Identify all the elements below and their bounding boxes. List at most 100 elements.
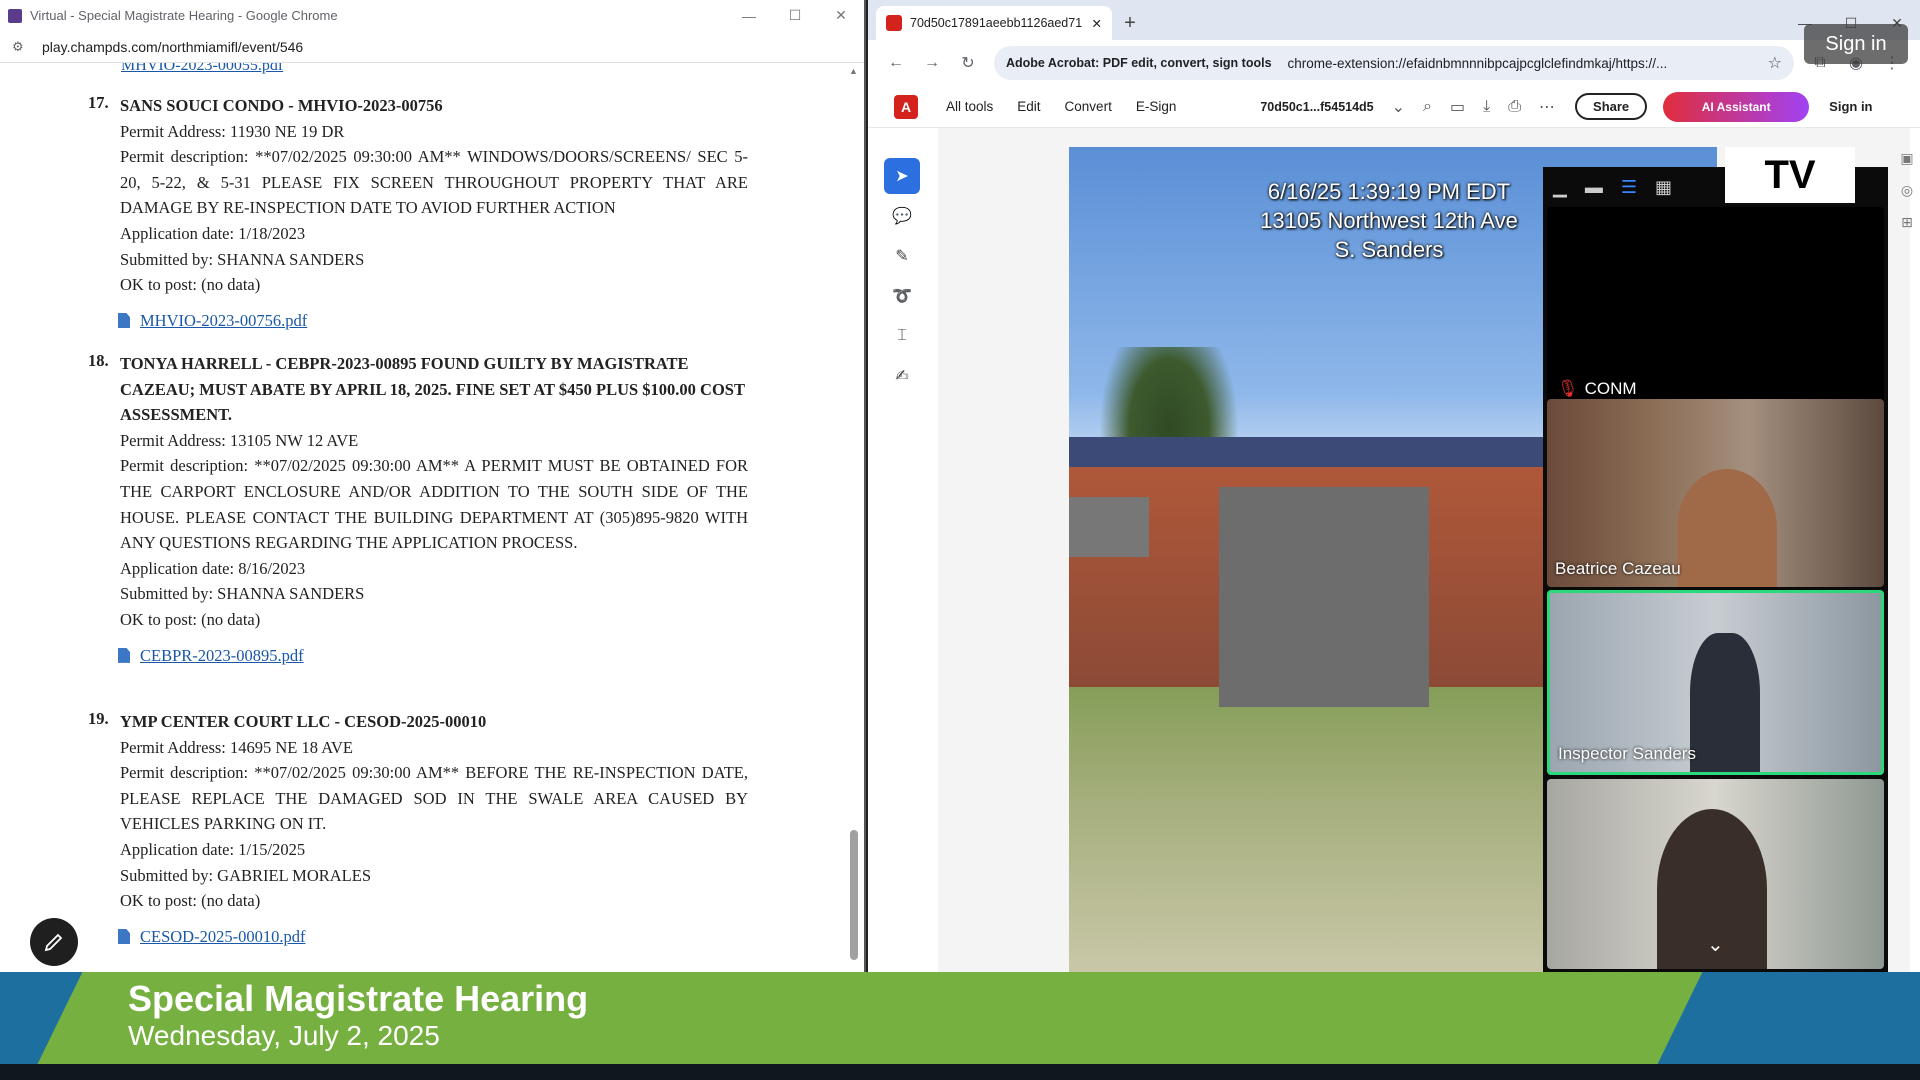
vertical-scrollbar[interactable]: ▲ xyxy=(849,66,858,960)
participant-tile[interactable]: ⌄ xyxy=(1547,779,1884,969)
chevron-down-icon[interactable]: ⌄ xyxy=(1707,932,1724,957)
taskbar xyxy=(0,1064,1920,1080)
page-view-icon[interactable]: ▭ xyxy=(1450,97,1465,117)
close-icon[interactable]: ✕ xyxy=(818,7,864,24)
grid-icon[interactable]: ⊞ xyxy=(1894,214,1920,246)
submitted-by: Submitted by: GABRIEL MORALES xyxy=(120,865,372,885)
text-select-icon[interactable]: ⌶ xyxy=(884,318,920,354)
sign-icon[interactable]: ✍ xyxy=(884,358,920,394)
acrobat-logo-icon[interactable]: A xyxy=(894,94,918,119)
pdf-link[interactable]: CESOD-2025-00010.pdf xyxy=(118,924,748,950)
participant-name: Beatrice Cazeau xyxy=(1555,559,1681,578)
comments-icon[interactable]: ◎ xyxy=(1894,182,1920,214)
lasso-icon[interactable]: ➰ xyxy=(884,278,920,314)
agenda-item: 19. YMP CENTER COURT LLC - CESOD-2025-00… xyxy=(88,709,748,949)
pdf-link-label[interactable]: MHVIO-2023-00756.pdf xyxy=(140,308,307,334)
sign-in-overlay[interactable]: Sign in xyxy=(1804,24,1908,64)
pdf-link[interactable]: MHVIO-2023-00055.pdf xyxy=(121,63,283,75)
pdf-link-label[interactable]: CEBPR-2023-00895.pdf xyxy=(140,643,304,669)
gallery-view-icon[interactable]: ▦ xyxy=(1655,177,1672,198)
navigation-bar: ← → ↻ Adobe Acrobat: PDF edit, convert, … xyxy=(868,40,1920,86)
maximize-icon[interactable]: ☐ xyxy=(772,7,818,24)
scrollbar-thumb[interactable] xyxy=(850,830,858,960)
ok-to-post: OK to post: (no data) xyxy=(120,275,261,295)
site-settings-icon[interactable]: ⚙ xyxy=(12,39,28,55)
item-number: 19. xyxy=(88,709,109,728)
file-name[interactable]: 70d50c1...f54514d5 xyxy=(1260,100,1373,114)
highlight-pen-icon[interactable]: ✎ xyxy=(884,238,920,274)
menu-edit[interactable]: Edit xyxy=(1017,99,1040,114)
forward-icon[interactable]: → xyxy=(914,54,950,72)
muted-mic-icon: 🎙 xyxy=(1557,379,1579,398)
pencil-icon xyxy=(44,933,63,952)
download-icon[interactable]: ⤓ xyxy=(1483,98,1490,116)
window-title: Virtual - Special Magistrate Hearing - G… xyxy=(30,8,338,23)
submitted-by: Submitted by: SHANNA SANDERS xyxy=(120,249,365,269)
chevron-down-icon[interactable]: ⌄ xyxy=(1392,97,1405,117)
file-icon xyxy=(118,929,130,945)
acrobat-icon xyxy=(886,15,902,31)
pdf-link-label[interactable]: CESOD-2025-00010.pdf xyxy=(140,924,305,950)
extension-label: Adobe Acrobat: PDF edit, convert, sign t… xyxy=(1006,56,1272,70)
ok-to-post: OK to post: (no data) xyxy=(120,891,261,911)
house-window xyxy=(1069,497,1149,557)
tab-strip: 70d50c17891aeebb1126aed71 ✕ + — ☐ ✕ xyxy=(868,0,1920,40)
participant-tile[interactable]: 🎙 CONM xyxy=(1547,207,1884,405)
ok-to-post: OK to post: (no data) xyxy=(120,609,261,629)
sign-in-link[interactable]: Sign in xyxy=(1829,99,1872,114)
tab-title: 70d50c17891aeebb1126aed71 xyxy=(910,16,1083,30)
application-date: Application date: 8/16/2023 xyxy=(120,558,306,578)
banner-date: Wednesday, July 2, 2025 xyxy=(128,1020,440,1051)
minimize-icon[interactable]: — xyxy=(726,8,772,24)
video-call-panel: ▁ ▬ ☰ ▦ 🎙 CONM Beatrice Cazeau Inspector … xyxy=(1543,167,1888,972)
tab-pdf[interactable]: 70d50c17891aeebb1126aed71 ✕ xyxy=(876,6,1112,40)
url-text[interactable]: play.champds.com/northmiamifl/event/546 xyxy=(42,39,303,55)
house-roof xyxy=(1069,437,1549,467)
menu-all-tools[interactable]: All tools xyxy=(946,99,993,114)
garage-enclosure xyxy=(1219,487,1429,707)
item-number: 18. xyxy=(88,351,109,370)
participant-tile-active[interactable]: Inspector Sanders xyxy=(1547,590,1884,775)
share-button[interactable]: Share xyxy=(1575,93,1648,120)
pdf-link[interactable]: CEBPR-2023-00895.pdf xyxy=(118,643,748,669)
annotate-button[interactable] xyxy=(30,918,78,966)
bookmark-star-icon[interactable]: ☆ xyxy=(1768,53,1782,73)
participant-tile[interactable]: Beatrice Cazeau xyxy=(1547,399,1884,587)
strip-view-icon[interactable]: ☰ xyxy=(1621,177,1637,198)
permit-address: Permit Address: 13105 NW 12 AVE xyxy=(120,430,359,450)
minimize-icon[interactable]: ▁ xyxy=(1553,177,1567,198)
address-bar[interactable]: ⚙ play.champds.com/northmiamifl/event/54… xyxy=(0,31,864,63)
tv-logo: TV xyxy=(1725,147,1855,203)
menu-esign[interactable]: E-Sign xyxy=(1136,99,1177,114)
search-icon[interactable]: ⌕ xyxy=(1423,98,1432,116)
more-icon[interactable]: ⋯ xyxy=(1539,97,1555,117)
speaker-view-icon[interactable]: ▬ xyxy=(1585,177,1603,198)
page-thumbnail-icon[interactable]: ▣ xyxy=(1894,150,1920,182)
submitted-by: Submitted by: SHANNA SANDERS xyxy=(120,584,365,604)
reload-icon[interactable]: ↻ xyxy=(950,53,986,73)
comment-icon[interactable]: 💬 xyxy=(884,198,920,234)
item-title: TONYA HARRELL - CEBPR-2023-00895 FOUND G… xyxy=(120,354,745,425)
back-icon[interactable]: ← xyxy=(878,54,914,72)
application-date: Application date: 1/15/2025 xyxy=(120,839,306,859)
url-text[interactable]: chrome-extension://efaidnbmnnnibpcajpcgl… xyxy=(1288,56,1768,71)
broadcast-banner: Special Magistrate Hearing Wednesday, Ju… xyxy=(0,972,1920,1064)
close-tab-icon[interactable]: ✕ xyxy=(1092,16,1102,31)
menu-convert[interactable]: Convert xyxy=(1065,99,1112,114)
select-cursor-icon[interactable]: ➤ xyxy=(884,158,920,194)
participant-video xyxy=(1677,469,1777,587)
new-tab-button[interactable]: + xyxy=(1112,6,1148,40)
ai-assistant-button[interactable]: AI Assistant xyxy=(1663,91,1810,122)
permit-address: Permit Address: 14695 NE 18 AVE xyxy=(120,737,353,757)
permit-address: Permit Address: 11930 NE 19 DR xyxy=(120,121,345,141)
permit-description: Permit description: **07/02/2025 09:30:0… xyxy=(120,456,748,553)
agenda-item: 17. SANS SOUCI CONDO - MHVIO-2023-00756 … xyxy=(88,93,748,333)
pdf-link[interactable]: MHVIO-2023-00756.pdf xyxy=(118,308,748,334)
print-icon[interactable]: ⎙ xyxy=(1508,98,1521,116)
site-favicon-icon xyxy=(8,8,22,23)
omnibox[interactable]: Adobe Acrobat: PDF edit, convert, sign t… xyxy=(994,46,1794,80)
left-title-bar: Virtual - Special Magistrate Hearing - G… xyxy=(0,0,864,31)
file-icon xyxy=(118,647,130,663)
scroll-up-icon[interactable]: ▲ xyxy=(849,66,858,76)
participant-name: Inspector Sanders xyxy=(1558,744,1696,763)
